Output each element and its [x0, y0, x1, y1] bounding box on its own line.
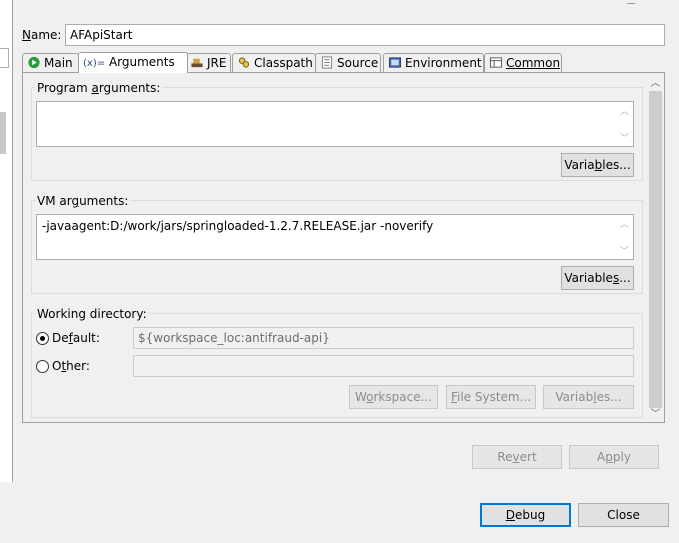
left-pane — [0, 0, 13, 482]
scroll-down-icon[interactable]: ﹀ — [618, 244, 631, 257]
other-label: Other: — [52, 359, 90, 373]
scroll-down-icon[interactable]: ﹀ — [618, 131, 631, 144]
source-icon — [321, 56, 333, 69]
program-arguments-textarea[interactable]: ︿ ﹀ — [36, 101, 634, 147]
workdir-variables-button[interactable]: Variables... — [543, 385, 634, 409]
tab-main[interactable]: Main — [22, 53, 79, 73]
scroll-up-icon[interactable]: ︿ — [618, 104, 631, 117]
name-label: Name: — [22, 28, 62, 42]
vm-arguments-value: -javaagent:D:/work/jars/springloaded-1.2… — [42, 219, 434, 233]
workspace-button[interactable]: Workspace... — [349, 385, 438, 409]
working-directory-title: Working directory: — [35, 307, 149, 321]
minimize-icon[interactable] — [627, 0, 635, 4]
apply-button[interactable]: Apply — [569, 445, 659, 469]
tab-environment[interactable]: Environment — [383, 53, 484, 73]
vm-arguments-title: VM arguments: — [35, 194, 131, 208]
program-arguments-title: Program arguments: — [35, 81, 163, 95]
tab-jre[interactable]: JRE — [185, 53, 231, 73]
common-icon — [489, 57, 503, 68]
arguments-panel: Program arguments: ︿ ﹀ Variables... VM ar… — [22, 72, 665, 423]
tab-classpath[interactable]: Classpath — [232, 53, 316, 73]
panel-scrollbar[interactable]: ︿ ﹀ — [648, 77, 663, 422]
filter-input[interactable] — [0, 48, 9, 68]
vm-arguments-scrollbar[interactable]: ︿ ﹀ — [618, 217, 631, 257]
debug-button[interactable]: Debug — [480, 503, 571, 527]
vm-arguments-textarea[interactable]: -javaagent:D:/work/jars/springloaded-1.2… — [36, 214, 634, 260]
default-label: Default: — [52, 331, 100, 345]
scroll-down-icon[interactable]: ﹀ — [648, 408, 663, 422]
program-arguments-scrollbar[interactable]: ︿ ﹀ — [618, 104, 631, 144]
other-directory-field — [133, 355, 634, 377]
classpath-icon — [238, 57, 250, 68]
name-input[interactable]: AFApiStart — [65, 24, 665, 46]
tab-environment-label: Environment — [405, 56, 482, 70]
left-scrollbar[interactable] — [0, 112, 6, 154]
vm-variables-button[interactable]: Variables... — [561, 266, 634, 290]
file-system-button[interactable]: File System... — [446, 385, 536, 409]
default-directory-field: ${workspace_loc:antifraud-api} — [133, 327, 634, 349]
scrollbar-thumb[interactable] — [649, 91, 662, 408]
tab-common-label: Common — [506, 56, 561, 70]
environment-icon — [388, 57, 402, 68]
scroll-up-icon[interactable]: ︿ — [618, 217, 631, 230]
revert-button[interactable]: Revert — [472, 445, 562, 469]
top-bar — [13, 0, 679, 8]
scroll-up-icon[interactable]: ︿ — [648, 77, 663, 91]
program-variables-button[interactable]: Variables... — [561, 153, 634, 177]
tab-arguments-label: Arguments — [108, 55, 175, 69]
arguments-icon: (x)= — [83, 58, 106, 69]
default-radio[interactable] — [36, 332, 49, 345]
other-radio[interactable] — [36, 360, 49, 373]
close-button[interactable]: Close — [578, 503, 669, 527]
tab-source[interactable]: Source — [315, 53, 381, 73]
tab-common[interactable]: Common — [484, 53, 562, 73]
tab-main-label: Main — [44, 56, 73, 70]
jre-icon — [191, 58, 203, 68]
main-run-icon — [28, 56, 40, 69]
tab-classpath-label: Classpath — [254, 56, 313, 70]
tab-arguments[interactable]: (x)= Arguments — [78, 52, 188, 73]
tab-jre-label: JRE — [207, 56, 227, 70]
tab-source-label: Source — [337, 56, 379, 70]
